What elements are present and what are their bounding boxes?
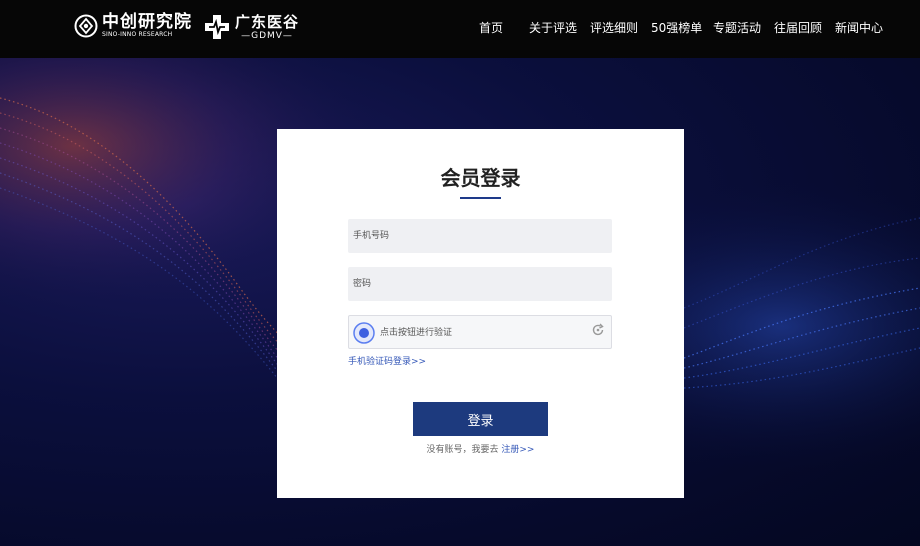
- login-button[interactable]: 登录: [413, 402, 548, 436]
- main-nav: 首页 关于评选 评选细则 50强榜单 专题活动 往届回顾 新闻中心: [0, 0, 920, 58]
- register-prompt: 没有账号，我要去 注册>>: [277, 444, 684, 456]
- refresh-icon[interactable]: [591, 323, 605, 337]
- title-underline: [460, 197, 501, 199]
- login-title: 会员登录: [440, 166, 521, 190]
- nav-news-center[interactable]: 新闻中心: [835, 20, 883, 36]
- nav-special-events[interactable]: 专题活动: [713, 20, 761, 36]
- login-card: 会员登录 点击按钮进行验证 手机验证码登录>> 登录 没有账号，我要去 注册>>: [277, 129, 684, 498]
- nav-past-review[interactable]: 往届回顾: [774, 20, 822, 36]
- nav-about-selection[interactable]: 关于评选: [529, 20, 577, 36]
- password-input[interactable]: [348, 267, 612, 301]
- nav-selection-rules[interactable]: 评选细则: [590, 20, 638, 36]
- sms-login-link[interactable]: 手机验证码登录>>: [348, 356, 426, 368]
- captcha-target-icon: [353, 322, 375, 344]
- captcha-label: 点击按钮进行验证: [380, 328, 453, 338]
- nav-top50-list[interactable]: 50强榜单: [651, 20, 702, 36]
- no-account-text: 没有账号，我要去: [426, 445, 499, 455]
- phone-number-input[interactable]: [348, 219, 612, 253]
- register-link[interactable]: 注册>>: [501, 445, 534, 455]
- top-header: 中创研究院 SINO-INNO RESEARCH 广东医谷 —GDMV— 首页 …: [0, 0, 920, 58]
- nav-home[interactable]: 首页: [479, 20, 503, 36]
- captcha-verify-button[interactable]: 点击按钮进行验证: [348, 315, 612, 349]
